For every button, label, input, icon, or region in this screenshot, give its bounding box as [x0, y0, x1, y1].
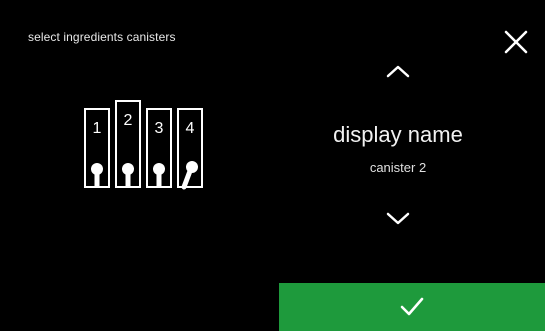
screen-title: select ingredients canisters [28, 30, 176, 44]
canister-2: 2 [115, 100, 141, 188]
canister-number: 4 [186, 120, 195, 137]
canisters-illustration: 1 2 3 4 [84, 100, 203, 190]
canister-4: 4 [177, 108, 203, 190]
chevron-down-icon[interactable] [380, 206, 416, 230]
canister-number: 2 [124, 112, 133, 129]
canister-3: 3 [146, 108, 172, 188]
setting-label: display name [333, 122, 463, 147]
close-icon[interactable] [500, 26, 532, 58]
canister-1: 1 [84, 108, 110, 188]
chevron-up-icon[interactable] [380, 60, 416, 84]
checkmark-icon [400, 297, 424, 316]
canister-number: 1 [93, 120, 102, 137]
setting-value: canister 2 [369, 160, 427, 175]
canister-number: 3 [155, 120, 164, 137]
confirm-button[interactable] [279, 283, 545, 331]
